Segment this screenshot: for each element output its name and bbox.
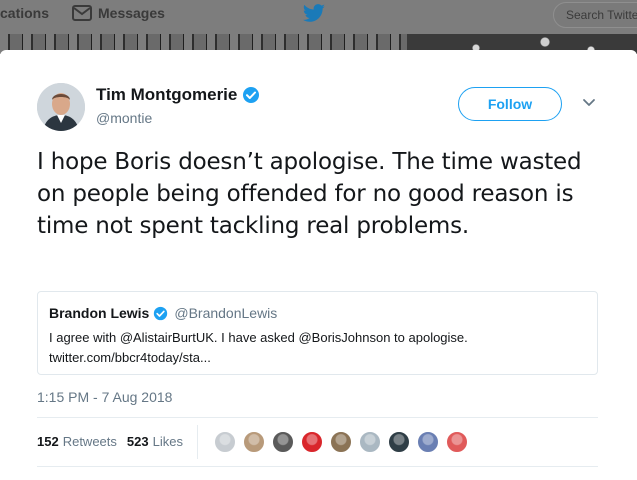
quoted-tweet-text: I agree with @AlistairBurtUK. I have ask… (49, 328, 589, 368)
retweets-count: 152 (37, 434, 59, 449)
liker-avatar[interactable] (359, 431, 381, 453)
search-input[interactable]: Search Twitter (553, 2, 637, 28)
liker-avatar[interactable] (330, 431, 352, 453)
liker-avatar[interactable] (272, 431, 294, 453)
chevron-down-icon[interactable] (582, 98, 596, 108)
nav-notifications[interactable]: cations (0, 5, 49, 21)
liker-avatar[interactable] (214, 431, 236, 453)
quoted-tweet[interactable]: Brandon Lewis @BrandonLewis I agree with… (37, 291, 598, 375)
tweet-card: Tim Montgomerie @montie Follow I hope Bo… (0, 50, 637, 480)
liker-avatar[interactable] (388, 431, 410, 453)
liker-avatar[interactable] (243, 431, 265, 453)
author-avatar[interactable] (37, 83, 85, 131)
liker-avatar[interactable] (301, 431, 323, 453)
nav-messages-label: Messages (98, 5, 165, 21)
retweets-stat[interactable]: 152 Retweets (37, 434, 117, 449)
nav-messages[interactable]: Messages (72, 5, 165, 21)
divider (37, 417, 598, 418)
verified-badge-icon (243, 87, 260, 103)
quoted-author-handle: @BrandonLewis (174, 305, 278, 321)
likes-stat[interactable]: 523 Likes (127, 434, 183, 449)
author-name-row: Tim Montgomerie (96, 85, 260, 105)
likes-count: 523 (126, 434, 149, 449)
liker-avatar[interactable] (417, 431, 439, 453)
quoted-author-name: Brandon Lewis (49, 305, 150, 321)
quoted-tweet-link: twitter.com/bbcr4today/sta... (49, 350, 211, 365)
tweet-text: I hope Boris doesn’t apologise. The time… (37, 149, 582, 239)
verified-badge-icon (154, 306, 168, 320)
quoted-tweet-line1: I agree with @AlistairBurtUK. I have ask… (49, 330, 468, 345)
nav-notifications-label: cations (0, 5, 50, 21)
retweets-label: Retweets (62, 434, 117, 449)
envelope-icon (72, 5, 92, 21)
author-avatar-image (37, 83, 85, 131)
quoted-tweet-header: Brandon Lewis @BrandonLewis (49, 305, 277, 321)
tweet-stats: 152 Retweets 523 Likes (37, 434, 193, 449)
stats-divider (197, 425, 198, 459)
author-display-name[interactable]: Tim Montgomerie (96, 85, 237, 105)
search-placeholder: Search Twitter (566, 8, 637, 22)
twitter-bird-icon[interactable] (302, 4, 326, 24)
tweet-timestamp[interactable]: 1:15 PM - 7 Aug 2018 (37, 389, 172, 405)
divider (37, 466, 598, 467)
top-nav: cations Messages Search Twitter (0, 0, 637, 34)
follow-button[interactable]: Follow (458, 87, 562, 121)
liker-avatars (214, 431, 475, 453)
liker-avatar[interactable] (446, 431, 468, 453)
likes-label: Likes (152, 434, 183, 449)
author-handle[interactable]: @montie (96, 110, 152, 126)
